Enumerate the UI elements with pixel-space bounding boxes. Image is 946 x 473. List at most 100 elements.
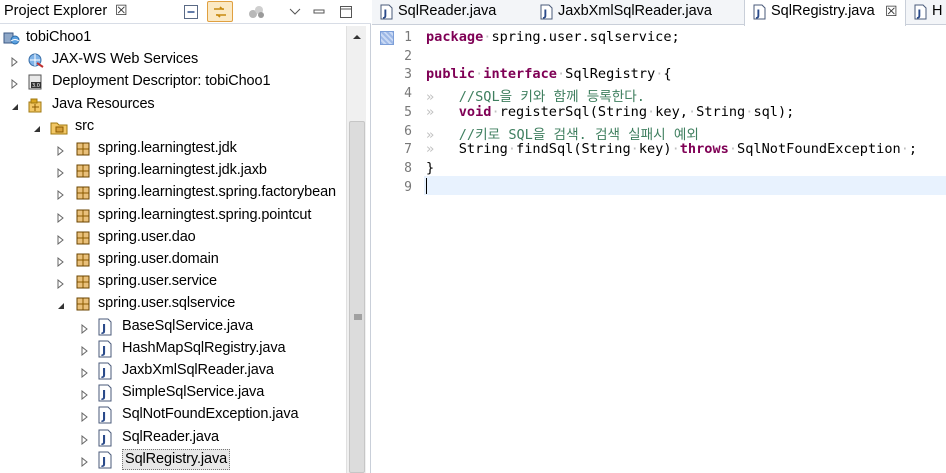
scroll-up-icon[interactable] (350, 32, 364, 42)
code-token: ; (908, 141, 918, 158)
tree-item[interactable]: spring.learningtest.spring.factorybean (0, 182, 346, 204)
collapsed-arrow-icon[interactable] (10, 76, 20, 90)
package-icon (74, 229, 92, 247)
tree-item[interactable]: J SqlRegistry.java (0, 448, 346, 471)
java-resources-icon (27, 96, 45, 114)
web-services-icon (27, 51, 45, 69)
collapsed-arrow-icon[interactable] (80, 409, 90, 423)
tree-item-label: HashMapSqlRegistry.java (122, 339, 286, 356)
collapsed-arrow-icon[interactable] (80, 343, 90, 356)
tree-item[interactable]: spring.user.sqlservice (0, 293, 346, 315)
tree-item-label: SqlRegistry.java (122, 448, 231, 470)
tree-item-label: Java Resources (52, 95, 155, 112)
whitespace-marker: · (556, 66, 566, 83)
tree-item[interactable]: 3.0 Deployment Descriptor: tobiChoo1 (0, 71, 346, 93)
vertical-scrollbar[interactable] (346, 26, 366, 473)
collapsed-arrow-icon[interactable] (80, 454, 90, 467)
whitespace-marker: » (426, 126, 459, 143)
link-with-editor-icon[interactable] (207, 1, 233, 22)
line-number: 1 (404, 30, 412, 45)
tree-item[interactable]: src (0, 116, 346, 138)
java-file-icon: J (96, 406, 114, 424)
tree-item-label: Deployment Descriptor: tobiChoo1 (52, 73, 271, 90)
tree-item[interactable]: J SimpleSqlService.java (0, 382, 346, 404)
line-number: 8 (404, 160, 412, 176)
keyword-token: throws (679, 141, 729, 158)
scrollbar-thumb[interactable] (349, 121, 365, 473)
code-token: key, (655, 103, 688, 120)
collapsed-arrow-icon[interactable] (56, 143, 66, 157)
java-file-icon: J (96, 384, 114, 402)
tree-item[interactable]: tobiChoo1 (0, 27, 346, 49)
source-folder-icon (50, 118, 68, 136)
view-title[interactable]: Project Explorer (4, 3, 107, 19)
tree-item[interactable]: J BaseSqlService.java (0, 316, 346, 338)
java-file-icon: J (96, 451, 114, 469)
java-file-icon: J (96, 362, 114, 380)
tree-item[interactable]: J SqlNotFoundException.java (0, 404, 346, 426)
tree-item[interactable]: spring.learningtest.spring.pointcut (0, 205, 346, 227)
collapsed-arrow-icon[interactable] (56, 165, 66, 179)
maximize-icon[interactable] (336, 2, 356, 22)
tree-item[interactable]: spring.user.domain (0, 249, 346, 271)
line-number: 5 (404, 104, 412, 120)
java-file-icon: J (540, 4, 554, 20)
tree-item[interactable]: Java Resources (0, 94, 346, 116)
editor-tab[interactable]: JH (906, 0, 946, 25)
tree-item-label: spring.user.domain (98, 251, 219, 267)
svg-text:J: J (101, 322, 106, 335)
tree-item[interactable]: J SqlReader.java (0, 427, 346, 449)
collapse-all-icon[interactable] (181, 2, 201, 22)
tree-item[interactable]: JAX-WS Web Services (0, 49, 346, 71)
collapsed-arrow-icon[interactable] (10, 54, 20, 68)
tree-item[interactable]: spring.learningtest.jdk (0, 138, 346, 160)
line-number: 4 (404, 86, 412, 102)
whitespace-marker: · (728, 141, 738, 158)
editor-tab[interactable]: J JaxbXmlSqlReader.java (532, 0, 732, 25)
code-token: sql); (753, 103, 795, 120)
collapsed-arrow-icon[interactable] (80, 365, 90, 379)
collapsed-arrow-icon[interactable] (56, 210, 66, 223)
tree-item-label: JaxbXmlSqlReader.java (122, 362, 274, 378)
view-menu-icon[interactable] (285, 2, 305, 22)
collapsed-arrow-icon[interactable] (56, 254, 66, 268)
collapsed-arrow-icon[interactable] (56, 232, 66, 245)
code-line: » void·registerSql(String·key,·String·sq… (426, 104, 794, 123)
editor-tab[interactable]: J SqlRegistry.java ☒ (744, 0, 906, 26)
collapsed-arrow-icon[interactable] (80, 387, 90, 401)
tree-item-label: spring.learningtest.spring.factorybean (98, 184, 337, 201)
code-token: String (458, 141, 508, 158)
close-tab-icon[interactable]: ☒ (885, 3, 898, 20)
collapsed-arrow-icon[interactable] (56, 187, 66, 201)
expanded-arrow-icon[interactable] (32, 121, 42, 132)
collapsed-arrow-icon[interactable] (80, 432, 90, 445)
tree-item[interactable]: spring.user.dao (0, 227, 346, 249)
whitespace-marker: · (671, 141, 680, 158)
tree-item-label: SimpleSqlService.java (122, 384, 265, 401)
tree-item-label: JAX-WS Web Services (52, 51, 199, 68)
package-icon (74, 251, 92, 269)
editor-tab[interactable]: J SqlReader.java (372, 0, 522, 25)
whitespace-marker: · (647, 103, 656, 120)
tree-item[interactable]: spring.user.service (0, 271, 346, 293)
editor-tab-label: SqlReader.java (398, 3, 497, 19)
line-number: 9 (404, 179, 412, 195)
svg-text:3.0: 3.0 (32, 83, 40, 89)
minimize-icon[interactable] (309, 2, 329, 22)
close-view-icon[interactable]: ☒ (115, 2, 128, 19)
line-number: 7 (404, 142, 412, 158)
line-number: 6 (404, 123, 412, 139)
tree-item[interactable]: J HashMapSqlRegistry.java (0, 338, 346, 360)
expanded-arrow-icon[interactable] (56, 298, 66, 310)
collapsed-arrow-icon[interactable] (80, 321, 90, 334)
tree-item-label: spring.user.service (98, 273, 217, 290)
tree-item[interactable]: J JaxbXmlSqlReader.java (0, 360, 346, 382)
collapsed-arrow-icon[interactable] (56, 276, 66, 290)
bookmark-marker-icon[interactable] (380, 31, 394, 45)
filter-icon[interactable] (247, 2, 267, 22)
keyword-token: package (426, 29, 484, 45)
whitespace-marker: · (507, 141, 517, 158)
tree-item-label: BaseSqlService.java (122, 317, 254, 334)
tree-item[interactable]: spring.learningtest.jdk.jaxb (0, 160, 346, 182)
expanded-arrow-icon[interactable] (10, 99, 20, 110)
